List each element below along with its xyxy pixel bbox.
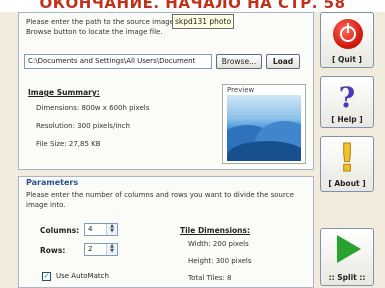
help-button[interactable]: ? [ Help ] xyxy=(320,76,374,128)
about-label: [ About ] xyxy=(328,179,366,188)
rows-label: Rows: xyxy=(40,246,66,255)
dimensions-text: Dimensions: 800w x 600h pixels xyxy=(36,104,150,112)
parameters-title: Parameters xyxy=(26,178,79,187)
split-label: :: Split :: xyxy=(328,273,366,282)
exclamation-icon: ! xyxy=(338,136,356,180)
image-preview: Preview xyxy=(222,84,306,164)
tile-dimensions-title: Tile Dimensions: xyxy=(180,226,250,235)
automatch-checkbox[interactable]: ✓ xyxy=(42,272,51,281)
question-mark-icon: ? xyxy=(338,81,356,114)
columns-value: 4 xyxy=(88,225,93,233)
browse-button[interactable]: Browse... xyxy=(216,54,262,69)
columns-label: Columns: xyxy=(40,226,80,235)
rows-spin-arrows[interactable]: ▲ ▼ xyxy=(106,244,117,255)
tile-width-text: Width: 200 pixels xyxy=(188,240,249,248)
resolution-text: Resolution: 300 pixels/inch xyxy=(36,122,130,130)
split-button[interactable]: :: Split :: xyxy=(320,228,374,286)
article-banner: ОКОНЧАНИЕ. НАЧАЛО НА СТР. 58 xyxy=(0,0,385,12)
quit-label: [ Quit ] xyxy=(332,55,362,64)
automatch-label: Use AutoMatch xyxy=(56,272,109,280)
filesize-text: File Size: 27,85 KB xyxy=(36,140,101,148)
image-summary-title: Image Summary: xyxy=(28,88,100,97)
preview-image xyxy=(227,95,301,161)
columns-spin-arrows[interactable]: ▲ ▼ xyxy=(106,224,117,235)
columns-stepper[interactable]: 4 ▲ ▼ xyxy=(84,223,118,236)
load-button[interactable]: Load xyxy=(266,54,300,69)
power-icon xyxy=(333,19,363,49)
about-button[interactable]: ! [ About ] xyxy=(320,136,374,192)
preview-label: Preview xyxy=(227,86,255,94)
image-tooltip: skpd131 photo xyxy=(172,14,234,29)
rows-stepper[interactable]: 2 ▲ ▼ xyxy=(84,243,118,256)
play-arrow-icon xyxy=(337,235,361,263)
banner-text: ОКОНЧАНИЕ. НАЧАЛО НА СТР. 58 xyxy=(39,0,346,12)
help-label: [ Help ] xyxy=(331,115,363,124)
rows-value: 2 xyxy=(88,245,93,253)
source-path-input[interactable]: C:\Documents and Settings\All Users\Docu… xyxy=(24,54,212,69)
tile-total-text: Total Tiles: 8 xyxy=(188,274,232,282)
tile-height-text: Height: 300 pixels xyxy=(188,257,252,265)
parameters-intro-text: Please enter the number of columns and r… xyxy=(26,191,294,209)
quit-button[interactable]: [ Quit ] xyxy=(320,12,374,68)
